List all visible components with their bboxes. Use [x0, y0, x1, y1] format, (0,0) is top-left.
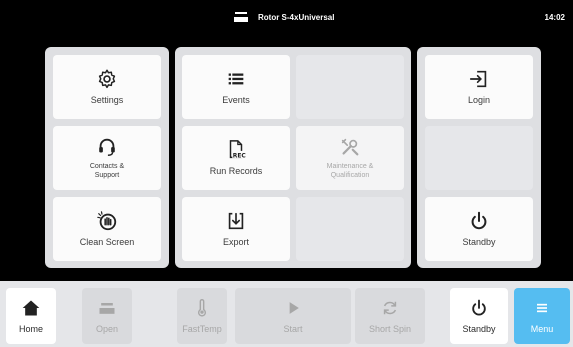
start-label: Start	[283, 324, 303, 334]
refresh-icon	[383, 301, 397, 315]
run-records-label: Run Records	[209, 166, 263, 177]
fasttemp-button[interactable]: FastTemp	[177, 288, 227, 344]
panel-left: Settings Contacts & Support Clean Screen	[45, 47, 169, 268]
standby-tile-label: Standby	[462, 237, 496, 248]
open-label: Open	[95, 324, 119, 334]
run-records-tile[interactable]: REC Run Records	[182, 126, 290, 190]
rec-document-icon: REC	[229, 140, 247, 160]
events-tile[interactable]: Events	[182, 55, 290, 119]
fasttemp-label: FastTemp	[182, 324, 222, 334]
contacts-support-tile[interactable]: Contacts & Support	[53, 126, 161, 190]
login-label: Login	[467, 95, 491, 106]
hamburger-icon	[537, 303, 547, 313]
gear-icon	[98, 69, 116, 89]
maintenance-qualification-tile[interactable]: Maintenance & Qualification	[296, 126, 404, 190]
export-icon	[228, 213, 244, 230]
thermometer-icon	[198, 299, 206, 317]
short-spin-button[interactable]: Short Spin	[355, 288, 425, 344]
home-button[interactable]: Home	[6, 288, 56, 344]
menu-button[interactable]: Menu	[514, 288, 570, 344]
home-label: Home	[18, 324, 43, 334]
contacts-label-line2: Support	[94, 171, 120, 179]
start-button[interactable]: Start	[235, 288, 351, 344]
svg-text:REC: REC	[233, 153, 246, 160]
empty-tile	[296, 197, 404, 261]
login-icon	[469, 71, 487, 88]
tools-icon	[341, 139, 359, 156]
clean-screen-label: Clean Screen	[79, 237, 135, 248]
home-icon	[22, 300, 40, 316]
empty-tile	[296, 55, 404, 119]
play-icon	[289, 302, 299, 314]
power-icon	[472, 299, 486, 316]
events-label: Events	[222, 95, 250, 106]
clean-screen-tile[interactable]: Clean Screen	[53, 197, 161, 261]
standby-tile[interactable]: Standby	[425, 197, 533, 261]
short-spin-label: Short Spin	[368, 324, 412, 334]
panel-middle: Events REC Run Records Maintenance & Qua…	[175, 47, 411, 268]
clock: 14:02	[544, 13, 565, 22]
rotor-icon	[234, 12, 248, 22]
empty-tile	[425, 126, 533, 190]
standby-button-label: Standby	[462, 324, 496, 334]
menu-label: Menu	[530, 324, 554, 334]
status-bar: Rotor S-4xUniversal 14:02	[0, 0, 573, 38]
clean-hand-icon	[97, 211, 117, 231]
contacts-label-line1: Contacts &	[89, 163, 125, 171]
headset-icon	[99, 139, 115, 157]
export-tile[interactable]: Export	[182, 197, 290, 261]
open-button[interactable]: Open	[82, 288, 132, 344]
login-tile[interactable]: Login	[425, 55, 533, 119]
maintenance-label-line2: Qualification	[330, 171, 370, 179]
list-icon	[228, 73, 244, 85]
rotor-status-text: Rotor S-4xUniversal	[258, 13, 335, 22]
rotor-lid-icon	[99, 303, 115, 314]
settings-tile[interactable]: Settings	[53, 55, 161, 119]
maintenance-label-line1: Maintenance &	[326, 163, 374, 171]
export-label: Export	[222, 237, 249, 248]
power-icon	[471, 212, 487, 230]
standby-button[interactable]: Standby	[450, 288, 508, 344]
settings-label: Settings	[90, 95, 124, 106]
panel-right: Login Standby	[417, 47, 541, 268]
